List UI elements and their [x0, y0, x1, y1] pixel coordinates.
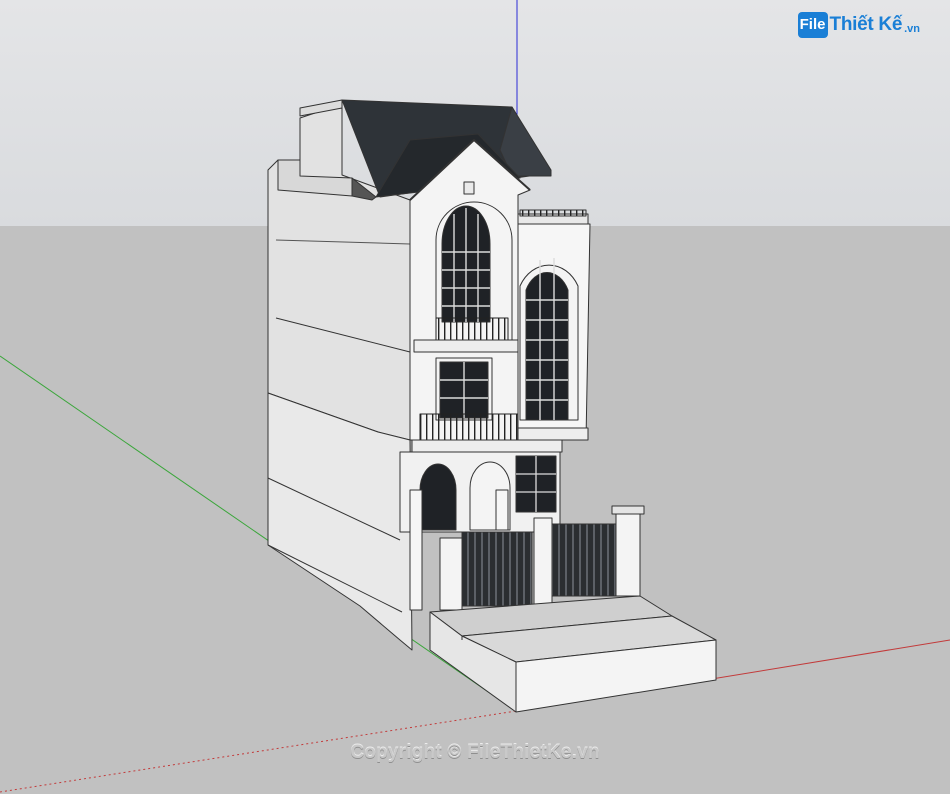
tower-cornice [517, 427, 589, 441]
window-tall-glass [525, 272, 569, 421]
model-scene [0, 0, 950, 794]
logo-suffix: .vn [904, 23, 920, 35]
logo-text: Thiết Kế [829, 14, 903, 35]
keystone-top [463, 181, 475, 195]
gate-post [533, 517, 553, 607]
pillar-left [409, 489, 423, 611]
cornice-middle [411, 439, 563, 453]
balcony-railing-middle [419, 413, 519, 441]
balcony-railing-upper [435, 317, 509, 341]
cornice-upper [413, 339, 523, 353]
sketchup-viewport[interactable]: File Thiết Kế .vn Copyright © FileThietK… [0, 0, 950, 794]
gate-left-panel [461, 531, 533, 607]
logo-mark: File [797, 12, 828, 38]
fence-pillar-left [439, 537, 463, 611]
copyright-watermark: Copyright © FileThietKe.vn [350, 742, 600, 763]
fence-pillar-right [615, 507, 641, 597]
ground-arch-left [419, 463, 457, 531]
filethietke-logo[interactable]: File Thiết Kế .vn [797, 12, 920, 38]
gate-right-panel [551, 523, 621, 597]
pillar-mid [495, 489, 509, 531]
